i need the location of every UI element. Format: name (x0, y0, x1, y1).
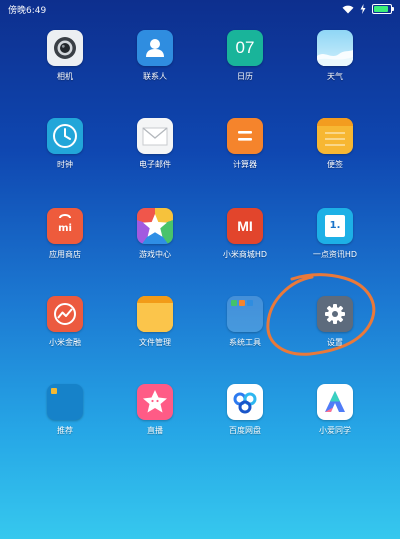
app-live[interactable]: 直播 (116, 384, 194, 436)
yidian-badge: 1. (329, 220, 341, 231)
app-label: 小米商城HD (222, 250, 268, 259)
folder-recommend[interactable]: 推荐 (26, 384, 104, 436)
xiaoai-icon (317, 384, 353, 420)
app-label: 便签 (327, 160, 343, 169)
mi-logo-icon: MI (227, 208, 263, 244)
app-label: 百度网盘 (229, 426, 261, 435)
gear-icon (317, 296, 353, 332)
app-label: 时钟 (57, 160, 73, 169)
home-screen-grid: 相机 联系人 07 日历 天气 时钟 电子邮件 计算器 便签 mi 应用商店 游… (0, 0, 400, 539)
calculator-icon (227, 118, 263, 154)
app-mi-store[interactable]: MI 小米商城HD (206, 208, 284, 260)
app-label: 一点资讯HD (312, 250, 358, 259)
mi-logo-text: MI (237, 218, 253, 234)
app-store-badge: mi (58, 223, 72, 234)
app-weather[interactable]: 天气 (296, 30, 374, 82)
shopping-bag-icon: mi (47, 208, 83, 244)
calendar-icon: 07 (227, 30, 263, 66)
baidu-pan-icon (227, 384, 263, 420)
weather-icon (317, 30, 353, 66)
folder-preview-icon (227, 296, 263, 332)
notes-icon (317, 118, 353, 154)
app-calendar[interactable]: 07 日历 (206, 30, 284, 82)
app-label: 天气 (327, 72, 343, 81)
app-contacts[interactable]: 联系人 (116, 30, 194, 82)
app-label: 计算器 (233, 160, 257, 169)
app-label: 电子邮件 (139, 160, 171, 169)
app-label: 直播 (147, 426, 163, 435)
calendar-day: 07 (235, 38, 255, 57)
contacts-icon (137, 30, 173, 66)
app-clock[interactable]: 时钟 (26, 118, 104, 170)
app-label: 游戏中心 (139, 250, 171, 259)
app-camera[interactable]: 相机 (26, 30, 104, 82)
app-calculator[interactable]: 计算器 (206, 118, 284, 170)
app-yidian[interactable]: 1. 一点资讯HD (296, 208, 374, 260)
app-game-center[interactable]: 游戏中心 (116, 208, 194, 260)
app-label: 设置 (327, 338, 343, 347)
folder-icon (137, 296, 173, 332)
app-settings[interactable]: 设置 (296, 296, 374, 348)
app-label: 系统工具 (229, 338, 261, 347)
app-label: 推荐 (57, 426, 73, 435)
folder-preview-icon (47, 384, 83, 420)
app-label: 相机 (57, 72, 73, 81)
app-baidu-pan[interactable]: 百度网盘 (206, 384, 284, 436)
app-label: 联系人 (143, 72, 167, 81)
app-file-manager[interactable]: 文件管理 (116, 296, 194, 348)
app-mi-finance[interactable]: 小米金融 (26, 296, 104, 348)
app-label: 日历 (237, 72, 253, 81)
app-xiaoai[interactable]: 小爱同学 (296, 384, 374, 436)
app-label: 文件管理 (139, 338, 171, 347)
yidian-icon: 1. (317, 208, 353, 244)
folder-system-tools[interactable]: 系统工具 (206, 296, 284, 348)
envelope-icon (137, 118, 173, 154)
finance-icon (47, 296, 83, 332)
star-mascot-icon (137, 384, 173, 420)
app-email[interactable]: 电子邮件 (116, 118, 194, 170)
camera-icon (47, 30, 83, 66)
star-icon (137, 208, 173, 244)
app-label: 小米金融 (49, 338, 81, 347)
app-label: 应用商店 (49, 250, 81, 259)
clock-icon (47, 118, 83, 154)
app-label: 小爱同学 (319, 426, 351, 435)
app-notes[interactable]: 便签 (296, 118, 374, 170)
app-app-store[interactable]: mi 应用商店 (26, 208, 104, 260)
